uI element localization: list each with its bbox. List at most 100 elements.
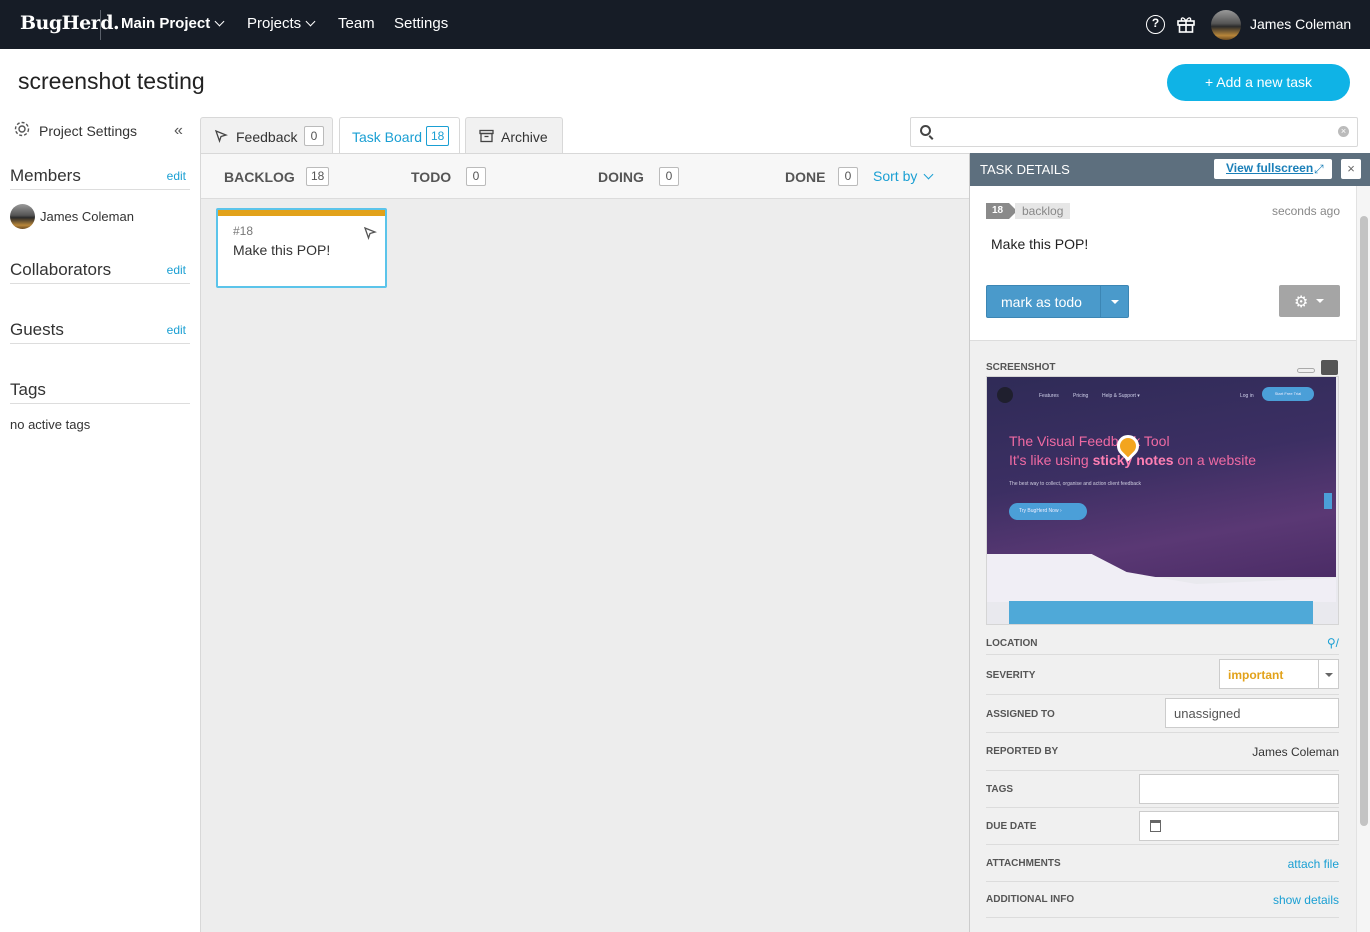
search-icon [920,125,931,136]
assigned-to-input[interactable]: unassigned [1165,698,1339,728]
clear-search-icon[interactable]: × [1338,126,1349,137]
no-tags-text: no active tags [10,417,91,432]
nav-team-link[interactable]: Team [338,15,375,32]
projects-dropdown[interactable]: Projects [247,15,316,32]
expand-screenshot-icon[interactable] [1321,360,1338,375]
tab-feedback[interactable]: Feedback 0 [200,117,333,154]
attachments-label: ATTACHMENTS [986,858,1061,869]
mark-as-todo-button[interactable]: mark as todo [986,285,1129,318]
attachments-row: ATTACHMENTS attach file [986,845,1339,882]
reported-row: REPORTED BY James Coleman [986,733,1339,771]
location-link[interactable]: ⚲/ [1327,636,1339,650]
tab-feedback-label: Feedback [236,129,298,145]
tab-task-board-label: Task Board [352,129,423,145]
main-project-dropdown[interactable]: Main Project [121,15,225,32]
reported-by-value: James Coleman [1252,745,1339,759]
projects-label: Projects [247,15,302,32]
column-todo-count: 0 [466,167,486,186]
column-backlog-count: 18 [306,167,330,186]
chevron-down-icon [214,16,225,27]
guests-edit-link[interactable]: edit [167,323,186,337]
help-icon[interactable]: ? [1146,15,1165,34]
screenshot-login: Log in [1240,393,1254,399]
headline-prefix: It's like using [1009,452,1093,468]
chevron-down-icon [305,16,316,27]
bugherd-logo[interactable]: BugHerd. [20,12,120,34]
screenshot-logo [997,387,1013,403]
scrollbar-thumb[interactable] [1360,216,1368,826]
task-board: BACKLOG 18 TODO 0 DOING 0 DONE 0 Sort by… [200,153,971,932]
user-avatar[interactable] [1211,10,1241,40]
tab-archive[interactable]: Archive [465,117,563,154]
screenshot-nav-item: Pricing [1073,393,1089,399]
task-details-panel: TASK DETAILS View fullscreen ⤢ × 18 back… [969,153,1370,932]
task-summary: 18 backlog seconds ago Make this POP! ma… [970,186,1356,341]
project-settings-link[interactable]: Project Settings [39,123,137,139]
caret-down-icon [1316,299,1324,303]
archive-icon [479,129,494,143]
show-details-link[interactable]: show details [1273,893,1339,907]
screenshot-nav-item: Help & Support ▾ [1102,393,1140,399]
collaborators-edit-link[interactable]: edit [167,263,186,277]
attach-file-link[interactable]: attach file [1288,857,1339,871]
sort-by-label: Sort by [873,168,918,184]
task-title[interactable]: Make this POP! [991,236,1088,252]
due-date-input[interactable] [1139,811,1339,841]
reported-label: REPORTED BY [986,746,1059,757]
severity-value: important [1228,668,1284,682]
column-todo-title: TODO [411,169,452,185]
sort-by-dropdown[interactable]: Sort by [873,168,934,184]
tags-section: Tags [10,380,190,404]
screenshot-preview[interactable]: Features Pricing Help & Support ▾ Log in… [986,376,1339,625]
task-status-badge: backlog [1015,203,1071,219]
mark-as-todo-label: mark as todo [1001,294,1082,310]
column-doing-count: 0 [659,167,679,186]
guests-title: Guests [10,320,64,339]
due-date-label: DUE DATE [986,821,1037,832]
status-dropdown-caret[interactable] [1111,300,1119,304]
column-done-count: 0 [838,167,858,186]
nav-divider [100,10,101,40]
location-label: LOCATION [986,638,1038,649]
close-icon[interactable]: × [1341,159,1361,179]
severity-select[interactable]: important [1219,659,1339,689]
sidebar: Project Settings « Members edit James Co… [0,112,200,932]
gear-icon[interactable] [13,120,31,138]
severity-stripe [218,210,385,216]
task-id-badge: 18 [986,203,1018,219]
panel-scrollbar[interactable] [1356,186,1370,932]
collapse-sidebar-icon[interactable]: « [174,122,183,140]
collaborators-section: Collaborators edit [10,260,190,284]
view-fullscreen-button[interactable]: View fullscreen ⤢ [1214,159,1332,179]
select-divider [1318,660,1319,688]
minimize-screenshot-icon[interactable] [1297,368,1315,373]
members-edit-link[interactable]: edit [167,169,186,183]
main-project-label: Main Project [121,15,211,32]
page-title: screenshot testing [18,68,205,94]
tab-archive-label: Archive [501,129,548,145]
top-navbar: BugHerd. Main Project Projects Team Sett… [0,0,1370,49]
gear-icon: ⚙ [1294,294,1309,311]
task-options-button[interactable]: ⚙ [1279,285,1340,317]
board-column-headers: BACKLOG 18 TODO 0 DOING 0 DONE 0 Sort by [201,154,971,199]
gift-icon[interactable] [1177,16,1195,33]
add-task-button[interactable]: + Add a new task [1167,64,1350,101]
column-done-title: DONE [785,169,826,185]
screenshot-headline: The Visual Feedback Tool [1009,433,1170,449]
task-card[interactable]: #18 Make this POP! [216,208,387,288]
nav-settings-link[interactable]: Settings [394,15,448,32]
pointer-icon [214,129,228,143]
user-name[interactable]: James Coleman [1250,16,1351,32]
search-input[interactable] [939,122,1339,142]
feedback-count-badge: 0 [304,126,324,146]
caret-down-icon [1325,673,1333,677]
task-details-header: TASK DETAILS View fullscreen ⤢ × [970,153,1370,186]
screenshot-cta: Try BugHerd Now › [1009,503,1087,520]
view-fullscreen-label: View fullscreen [1226,161,1314,175]
tab-task-board[interactable]: Task Board 18 [339,117,460,155]
button-divider [1100,286,1101,317]
tags-input[interactable] [1139,774,1339,804]
task-board-count-badge: 18 [426,126,450,146]
collaborators-title: Collaborators [10,260,112,279]
additional-info-row: ADDITIONAL INFO show details [986,882,1339,918]
